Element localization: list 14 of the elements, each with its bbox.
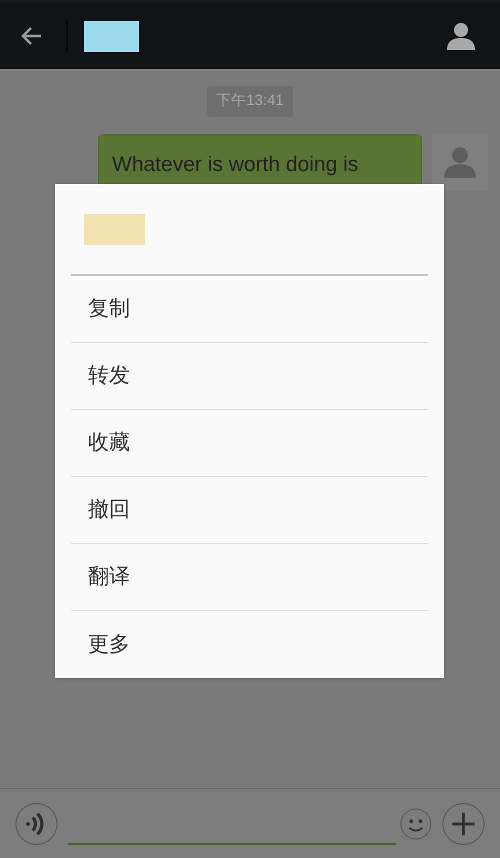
menu-item[interactable]: 复制 [71, 276, 428, 343]
menu-item[interactable]: 更多 [71, 611, 428, 678]
avatar[interactable] [432, 134, 488, 190]
plus-button[interactable] [442, 800, 485, 846]
menu-item[interactable]: 转发 [71, 343, 428, 410]
title-redaction [84, 20, 139, 52]
title-redaction [84, 214, 145, 244]
timestamp: 下午13:41 [207, 86, 293, 116]
menu-item[interactable]: 翻译 [71, 544, 428, 611]
voice-button[interactable] [15, 800, 58, 846]
menu-item[interactable]: 撤回 [71, 477, 428, 544]
person-icon[interactable] [446, 21, 476, 51]
menu-item[interactable]: 收藏 [71, 410, 428, 477]
emoji-icon[interactable] [400, 806, 432, 840]
